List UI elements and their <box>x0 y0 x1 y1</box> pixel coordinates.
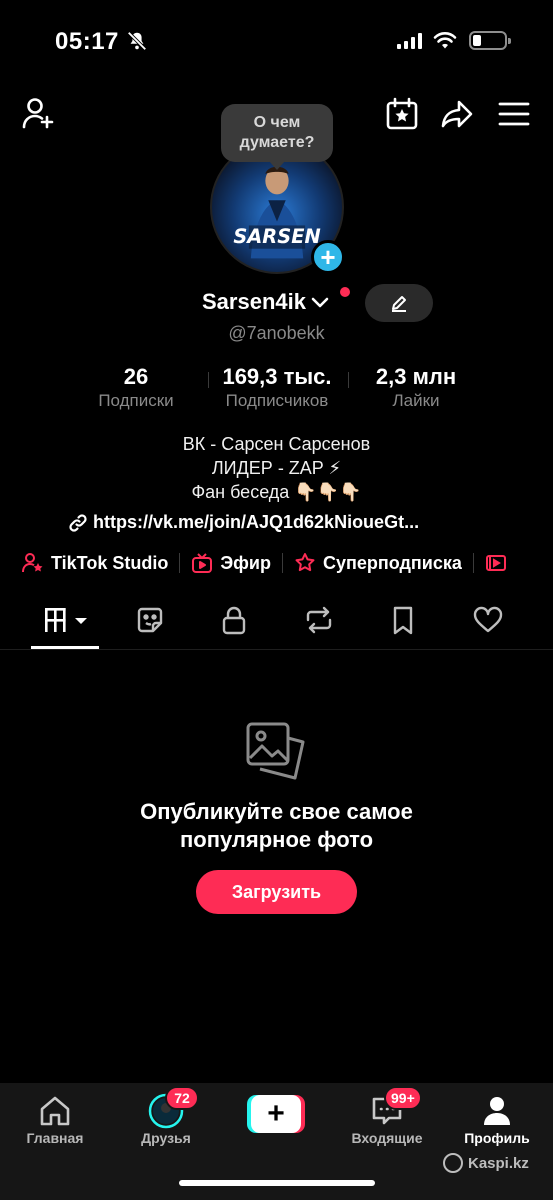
nav-label: Входящие <box>351 1130 423 1146</box>
superfollow-icon <box>295 553 315 572</box>
upload-button[interactable]: Загрузить <box>196 870 357 914</box>
kaspi-logo-icon <box>443 1153 463 1173</box>
add-story-button[interactable]: + <box>311 240 345 274</box>
divider <box>348 372 349 388</box>
video-icon <box>485 555 506 571</box>
bio-link[interactable]: https://vk.me/join/AJQ1d62kNioueGt... <box>68 512 419 533</box>
nav-label: Профиль <box>464 1130 530 1146</box>
tab-favorites[interactable] <box>387 604 419 636</box>
studio-icon <box>22 553 43 573</box>
superfollow-chip[interactable]: Суперподписка <box>294 552 462 574</box>
bio-line: Фан беседа 👇🏻👇🏻👇🏻 <box>191 482 362 502</box>
tiktok-studio-chip[interactable]: TikTok Studio <box>22 552 168 574</box>
divider <box>0 649 553 650</box>
notification-dot <box>340 287 350 297</box>
add-friend-icon[interactable] <box>22 96 56 130</box>
divider <box>281 553 283 573</box>
bio-line: ВК - Сарсен Сарсенов <box>182 434 371 454</box>
watermark-text: Kaspi.kz <box>468 1154 529 1172</box>
stat-following[interactable]: 26 Подписки <box>86 364 186 412</box>
bell-off-icon <box>127 31 147 51</box>
bookmark-icon <box>393 606 413 635</box>
divider <box>179 553 181 573</box>
link-icon <box>69 513 87 532</box>
status-bar: 05:17 <box>0 0 553 80</box>
home-icon <box>40 1096 70 1126</box>
avatar-text: SARSEN <box>233 225 320 248</box>
stat-followers[interactable]: 169,3 тыс. Подписчиков <box>206 364 348 412</box>
tab-reposts-stickers[interactable] <box>134 604 166 636</box>
stat-label: Подписки <box>98 391 174 410</box>
home-indicator <box>179 1180 375 1186</box>
nav-friends[interactable]: 72 Друзья <box>116 1086 216 1147</box>
friends-badge: 72 <box>165 1086 199 1110</box>
chip-label: Суперподписка <box>322 552 462 573</box>
nav-profile[interactable]: Профиль <box>447 1093 547 1147</box>
menu-icon[interactable] <box>497 97 531 131</box>
repost-icon <box>306 606 332 634</box>
watermark: Kaspi.kz <box>443 1153 529 1173</box>
chip-label: TikTok Studio <box>51 552 169 573</box>
pencil-icon <box>392 296 406 312</box>
signal-icon <box>397 33 422 49</box>
stat-value: 26 <box>123 364 149 389</box>
profile-icon <box>484 1097 510 1125</box>
battery-level <box>473 35 481 46</box>
nav-label: Друзья <box>141 1130 191 1146</box>
stat-label: Лайки <box>392 391 440 410</box>
bio-line: ЛИДЕР - ZAP ⚡ <box>211 458 342 478</box>
stat-likes[interactable]: 2,3 млн Лайки <box>360 364 472 412</box>
plus-icon: + <box>251 1095 301 1133</box>
stat-value: 2,3 млн <box>375 364 457 389</box>
tab-reposts[interactable] <box>303 604 335 636</box>
display-name: Sarsen4ik <box>202 289 306 314</box>
nav-inbox[interactable]: 99+ Входящие <box>337 1086 437 1147</box>
nav-label: Главная <box>26 1130 84 1146</box>
chevron-down-icon <box>311 297 329 308</box>
divider <box>472 553 474 573</box>
bio: ВК - Сарсен Сарсенов ЛИДЕР - ZAP ⚡ Фан б… <box>0 432 553 504</box>
live-chip[interactable]: Эфир <box>191 552 271 574</box>
empty-state-title: Опубликуйте свое самое популярное фото <box>0 798 553 854</box>
edit-profile-button[interactable] <box>365 284 433 322</box>
display-name-row[interactable]: Sarsen4ik <box>202 289 330 315</box>
share-icon[interactable] <box>440 97 474 131</box>
stat-value: 169,3 тыс. <box>222 364 332 389</box>
calendar-star-icon[interactable] <box>385 97 419 131</box>
battery-icon <box>469 31 511 50</box>
status-time: 05:17 <box>55 28 119 55</box>
creator-tools-row: TikTok Studio Эфир Суперподписка <box>22 552 514 574</box>
live-tv-icon <box>192 553 213 573</box>
inbox-badge: 99+ <box>384 1086 422 1110</box>
chip-label: Эфир <box>220 552 271 573</box>
lock-icon <box>222 606 246 635</box>
photo-icon <box>246 722 305 780</box>
bio-link-text: https://vk.me/join/AJQ1d62kNioueGt... <box>93 512 420 532</box>
tab-videos[interactable] <box>44 604 90 636</box>
tab-liked[interactable] <box>472 604 504 636</box>
videos-grid-icon <box>45 608 87 632</box>
tab-private[interactable] <box>218 604 250 636</box>
stat-label: Подписчиков <box>225 391 329 410</box>
empty-state-line: популярное фото <box>179 827 374 852</box>
empty-state-line: Опубликуйте свое самое <box>140 799 413 824</box>
heart-icon <box>473 606 503 633</box>
create-button[interactable]: + <box>247 1095 305 1133</box>
more-tools-chip[interactable] <box>485 552 514 574</box>
nav-home[interactable]: Главная <box>5 1093 105 1147</box>
sticker-icon <box>137 607 163 633</box>
thought-bubble[interactable]: О чем думаете? <box>221 104 333 170</box>
username-handle: @7anobekk <box>228 323 325 343</box>
wifi-icon <box>433 32 457 49</box>
